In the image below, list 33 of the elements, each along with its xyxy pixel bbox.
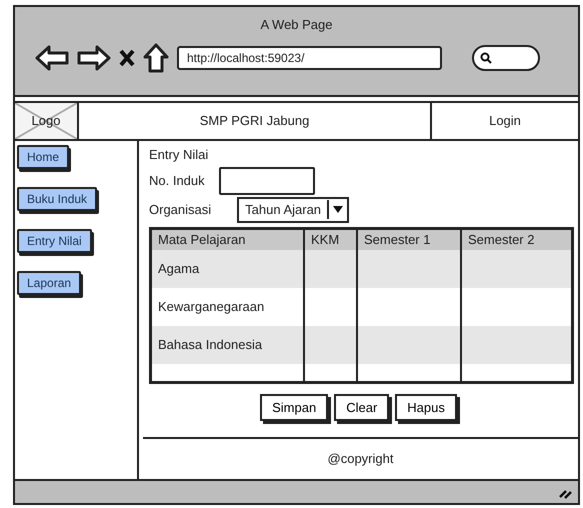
- caret-icon: [333, 206, 344, 213]
- table-cell: [305, 326, 358, 364]
- column-header: Mata Pelajaran: [152, 230, 305, 250]
- column-header: Semester 1: [358, 230, 462, 250]
- column-header: Semester 2: [462, 230, 571, 250]
- forward-icon[interactable]: [77, 44, 111, 70]
- search-field[interactable]: [472, 44, 540, 70]
- back-icon[interactable]: [35, 44, 69, 70]
- column-header: KKM: [305, 230, 358, 250]
- copyright-text: @copyright: [328, 450, 394, 468]
- search-icon: [480, 52, 492, 64]
- window-title: A Web Page: [260, 16, 333, 34]
- sidebar-button[interactable]: Laporan: [17, 271, 82, 295]
- dropdown[interactable]: Tahun Ajaran: [237, 196, 350, 222]
- close-icon[interactable]: [119, 48, 135, 66]
- site-title: SMP PGRI Jabung: [200, 112, 310, 130]
- sidebar-button[interactable]: Home: [17, 145, 70, 169]
- address-field[interactable]: http://localhost:59023/: [177, 46, 442, 70]
- input-field[interactable]: [218, 166, 315, 194]
- action-button[interactable]: Clear: [334, 394, 390, 421]
- table-cell: Agama: [152, 250, 305, 288]
- form-title: Entry Nilai: [149, 146, 210, 164]
- action-button[interactable]: Simpan: [260, 394, 328, 421]
- table-cell: [305, 250, 358, 288]
- logo-label: Logo: [32, 112, 60, 130]
- sidebar-button[interactable]: Entry Nilai: [17, 229, 92, 253]
- table-cell: Bahasa Indonesia: [152, 326, 305, 364]
- field-label: Organisasi: [149, 200, 212, 219]
- action-button[interactable]: Hapus: [395, 394, 457, 421]
- field-label: No. Induk: [149, 172, 205, 190]
- login-link[interactable]: Login: [489, 111, 521, 131]
- sidebar-button[interactable]: Buku Induk: [17, 187, 98, 211]
- home-icon[interactable]: [143, 42, 169, 72]
